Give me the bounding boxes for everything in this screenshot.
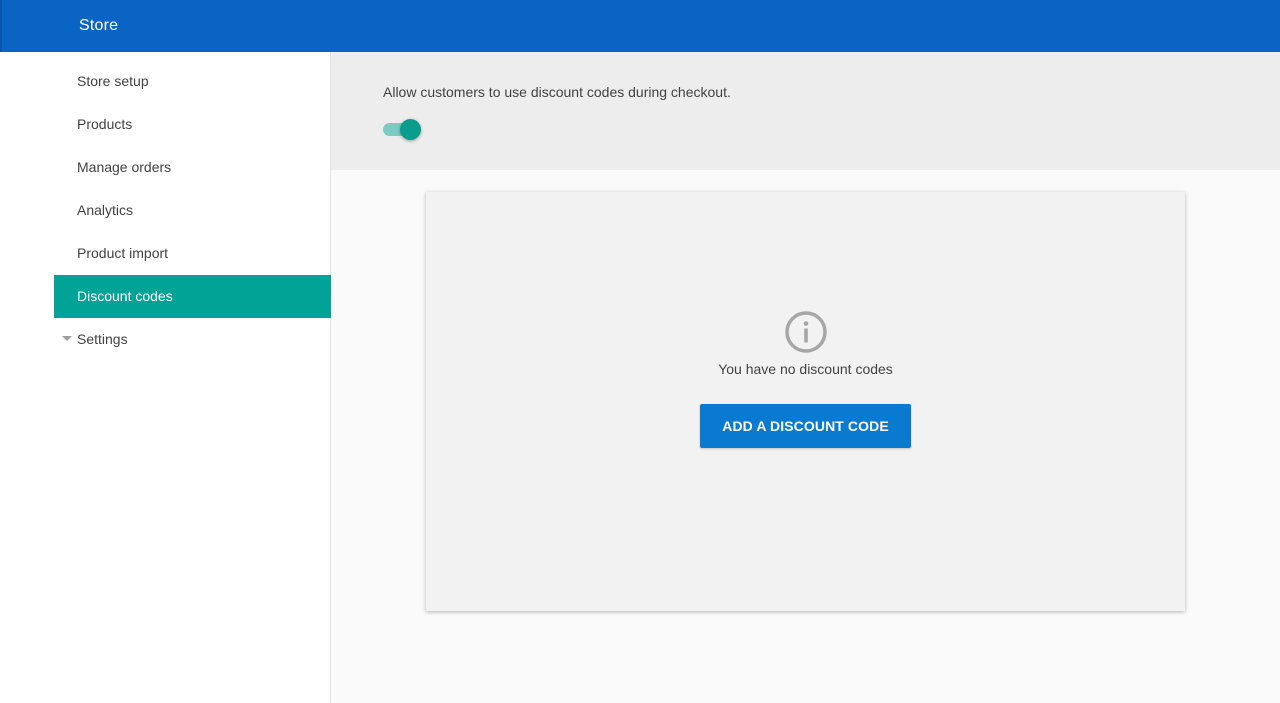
sidebar-item-label: Store setup [77,73,149,89]
discount-codes-toggle[interactable] [383,118,423,140]
info-icon [785,311,827,353]
sidebar: Store setup Products Manage orders Analy… [0,52,331,703]
sidebar-item-label: Analytics [77,202,134,218]
app-header: Store [0,0,1280,52]
sidebar-item-label: Products [77,116,133,132]
sidebar-item-label: Settings [77,331,128,347]
discount-settings-banner: Allow customers to use discount codes du… [331,52,1280,170]
caret-down-icon [62,336,72,341]
app-title: Store [79,17,119,34]
sidebar-item-label: Discount codes [77,288,173,304]
sidebar-item-analytics[interactable]: Analytics [54,189,331,232]
empty-state-message: You have no discount codes [718,361,893,377]
toggle-thumb [400,119,421,140]
sidebar-item-product-import[interactable]: Product import [54,232,331,275]
discount-codes-description: Allow customers to use discount codes du… [383,84,731,100]
sidebar-item-store-setup[interactable]: Store setup [54,60,331,103]
add-discount-code-button[interactable]: ADD A DISCOUNT CODE [700,404,911,448]
sidebar-item-products[interactable]: Products [54,103,331,146]
main-content: Allow customers to use discount codes du… [331,52,1280,703]
sidebar-item-label: Manage orders [77,159,172,175]
discount-codes-card: You have no discount codes ADD A DISCOUN… [426,192,1185,611]
sidebar-item-label: Product import [77,245,169,261]
sidebar-item-settings[interactable]: Settings [54,318,331,361]
sidebar-item-discount-codes[interactable]: Discount codes [54,275,331,318]
sidebar-item-manage-orders[interactable]: Manage orders [54,146,331,189]
